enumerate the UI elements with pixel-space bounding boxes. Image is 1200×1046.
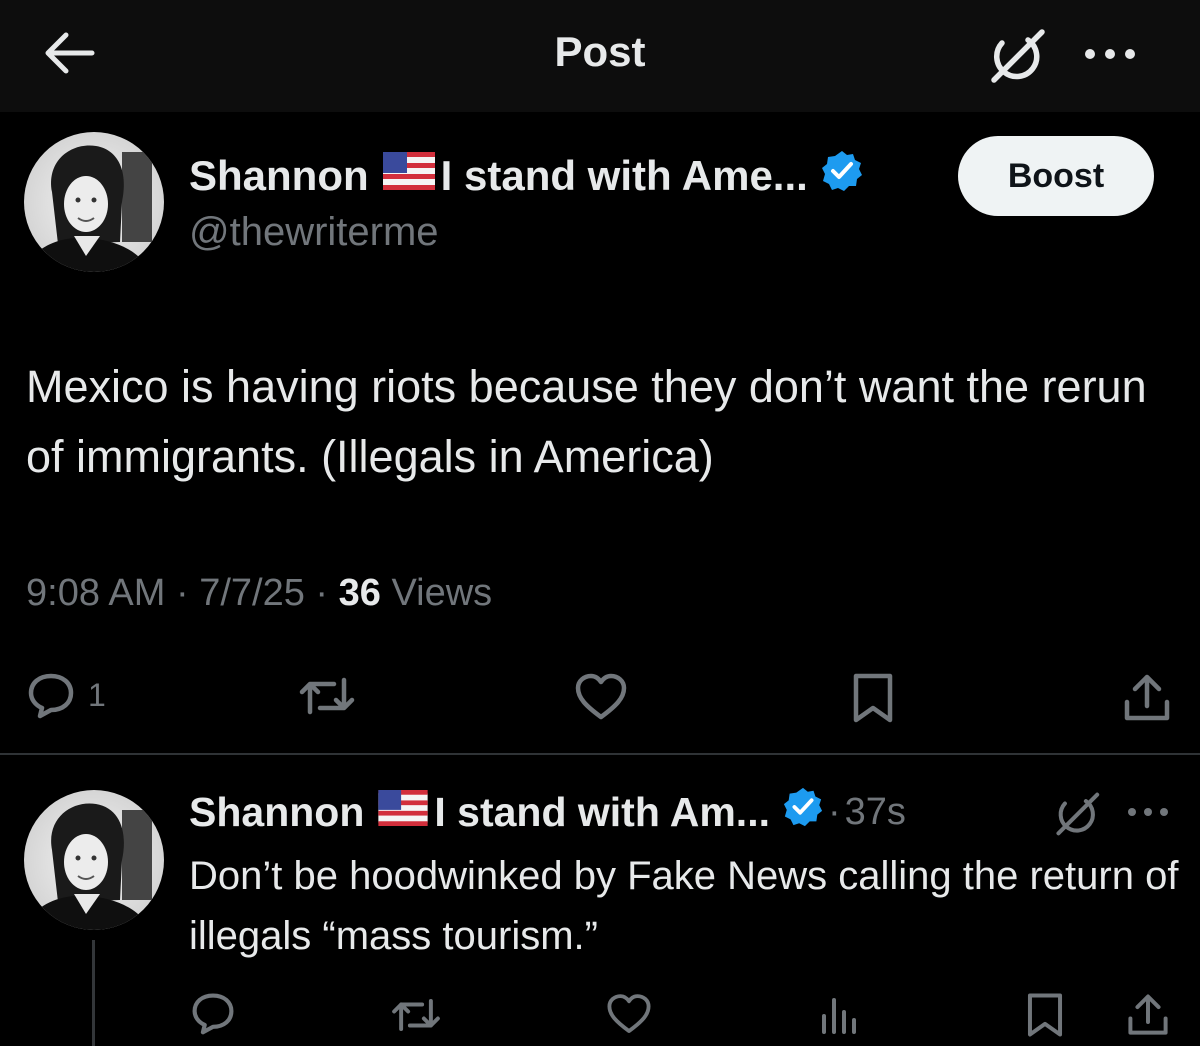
comment-icon — [28, 673, 74, 719]
thread-line — [92, 940, 95, 1046]
analytics-icon — [822, 998, 856, 1034]
reply-button[interactable]: 1 — [26, 670, 106, 720]
divider — [0, 753, 1200, 755]
like-button[interactable] — [574, 672, 628, 722]
reply-count: 1 — [88, 676, 106, 713]
reply-reply-button[interactable] — [190, 990, 236, 1036]
reply-author-name[interactable]: Shannon — [189, 789, 364, 836]
share-icon — [1124, 674, 1170, 721]
reply-repost-button[interactable] — [390, 994, 442, 1036]
verified-badge-icon — [820, 149, 864, 203]
share-icon — [1128, 994, 1168, 1035]
repost-icon — [392, 999, 440, 1031]
repost-button[interactable] — [298, 672, 356, 720]
heart-icon — [575, 673, 627, 720]
share-button[interactable] — [1122, 672, 1172, 724]
post-date[interactable]: 7/7/25 — [199, 572, 305, 614]
author-name-row[interactable]: Shannon I stand with Ame... — [189, 148, 864, 204]
boost-button[interactable]: Boost — [958, 136, 1154, 216]
post-text: Mexico is having riots because they don’… — [26, 361, 1147, 482]
grok-icon — [1056, 792, 1100, 836]
more-button[interactable] — [1080, 40, 1140, 68]
views-label: Views — [391, 572, 493, 614]
comment-icon — [192, 993, 234, 1035]
more-horizontal-icon — [1085, 49, 1135, 59]
meta-separator: · — [315, 572, 339, 614]
more-horizontal-icon — [1128, 808, 1168, 816]
reply-text: Don’t be hoodwinked by Fake News calling… — [189, 854, 1179, 958]
repost-icon — [299, 677, 355, 715]
author-tagline: I stand with Ame... — [440, 152, 808, 199]
grok-button[interactable] — [986, 28, 1048, 84]
author-avatar[interactable] — [24, 132, 164, 272]
bookmark-icon — [1027, 993, 1063, 1037]
reply-author-tagline: I stand with Am... — [434, 788, 770, 835]
bookmark-icon — [853, 673, 893, 723]
reply-author-avatar[interactable] — [24, 790, 164, 930]
views-count: 36 — [338, 572, 381, 614]
reply-more-button[interactable] — [1124, 800, 1172, 824]
reply-time[interactable]: 37s — [845, 791, 906, 834]
bookmark-button[interactable] — [852, 672, 894, 724]
grok-icon — [991, 29, 1045, 83]
us-flag-icon — [382, 152, 435, 200]
us-flag-icon — [378, 789, 429, 836]
meta-separator: · — [175, 572, 200, 614]
reply-like-button[interactable] — [606, 992, 652, 1036]
reply-share-button[interactable] — [1126, 992, 1170, 1038]
reply-bookmark-button[interactable] — [1026, 992, 1064, 1038]
verified-badge-icon — [782, 786, 824, 838]
reply-grok-button[interactable] — [1052, 790, 1102, 838]
author-handle[interactable]: @thewriterme — [189, 210, 439, 255]
reply-author-row[interactable]: Shannon I stand with Am... · 37s — [189, 786, 906, 838]
post-time[interactable]: 9:08 AM — [26, 572, 165, 614]
author-name[interactable]: Shannon — [189, 152, 369, 200]
reply-separator: · — [827, 790, 841, 833]
post-meta: 9:08 AM · 7/7/25 · 36 Views — [26, 572, 492, 615]
heart-icon — [607, 994, 651, 1033]
reply-views-button[interactable] — [818, 994, 858, 1034]
top-bar: Post — [0, 0, 1200, 112]
